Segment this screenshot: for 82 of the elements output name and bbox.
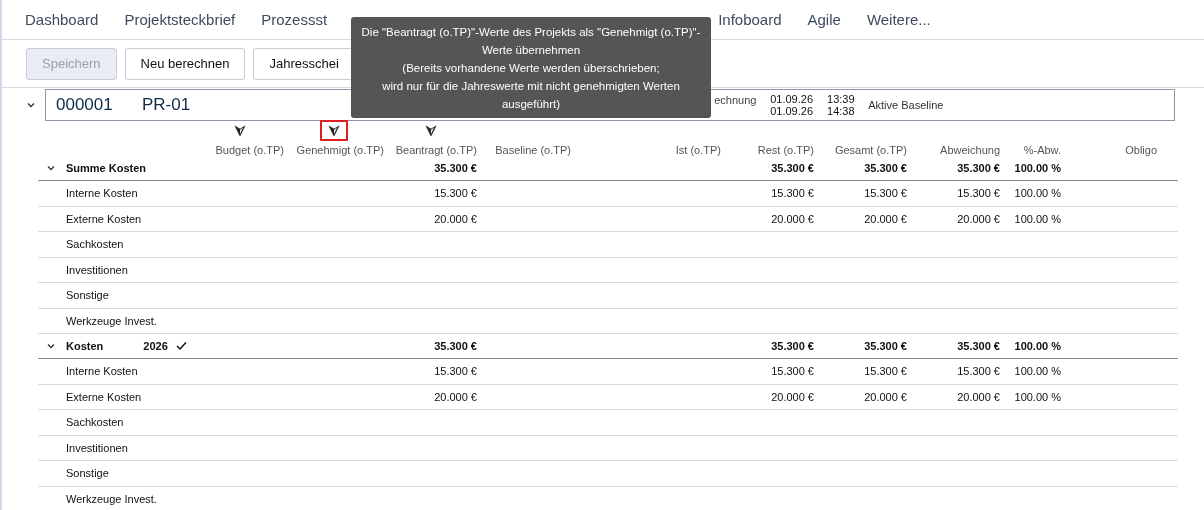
nav-tab[interactable]: Prozessst xyxy=(261,11,328,28)
column-header: Gesamt (o.TP) xyxy=(833,144,907,156)
chevron-icon[interactable] xyxy=(26,100,36,110)
table-cell: 20.000 € xyxy=(771,212,814,225)
column-header: Baseline (o.TP) xyxy=(494,144,571,156)
nav-tab[interactable]: Infoboard xyxy=(718,11,782,28)
table-cell: 100.00 % xyxy=(1014,187,1061,200)
table-cell: 15.300 € xyxy=(771,187,814,200)
table-cell: 35.300 € xyxy=(434,340,477,352)
date-text: 01.09.26 xyxy=(770,93,813,105)
tooltip-text: wird nur für die Jahreswerte mit nicht genehmigten Werten xyxy=(382,78,680,94)
column-header: Genehmigt (o.TP) xyxy=(295,144,384,156)
table-cell: 20.000 € xyxy=(771,390,814,403)
baseline-label: Aktive Baseline xyxy=(868,99,944,111)
group-label: Summe Kosten xyxy=(66,162,147,174)
column-header: Beantragt (o.TP) xyxy=(394,144,477,156)
row-label: Externe Kosten xyxy=(66,212,143,225)
row-label: Sachkosten xyxy=(66,416,125,429)
table-cell: 35.300 € xyxy=(771,162,814,174)
tooltip-text: ausgeführt) xyxy=(501,96,561,112)
row-label: Werkzeuge Invest. xyxy=(66,314,158,327)
column-header: Budget (o.TP) xyxy=(214,144,284,156)
column-header: %-Abw. xyxy=(1022,144,1061,156)
project-code: PR-01 xyxy=(142,95,191,115)
arrow-icon[interactable] xyxy=(234,125,246,137)
table-cell: 15.300 € xyxy=(864,365,907,378)
column-header: Ist (o.TP) xyxy=(674,144,721,156)
column-header: Rest (o.TP) xyxy=(756,144,814,156)
table-cell: 35.300 € xyxy=(434,162,477,174)
time-text: 14:38 xyxy=(827,105,855,117)
row-label: Werkzeuge Invest. xyxy=(66,492,158,505)
table-cell: 35.300 € xyxy=(771,340,814,352)
row-label: Investitionen xyxy=(66,441,129,454)
table-cell: 15.300 € xyxy=(864,187,907,200)
chevron-icon[interactable] xyxy=(46,341,56,351)
table-cell: 20.000 € xyxy=(957,212,1000,225)
nav-tab[interactable]: Agile xyxy=(807,11,841,28)
header-label: echnung xyxy=(714,94,758,106)
highlight-frame xyxy=(320,120,348,141)
table-cell: 100.00 % xyxy=(1014,340,1061,352)
year-label: 2026 xyxy=(143,340,168,352)
table-cell: 35.300 € xyxy=(957,162,1000,174)
time-text: 13:39 xyxy=(827,93,855,105)
project-number: 000001 xyxy=(56,95,114,115)
toolbar-button[interactable]: Neu berechnen xyxy=(124,47,246,80)
tooltip-text: Werte übernehmen xyxy=(481,42,581,58)
nav-tab[interactable]: Dashboard xyxy=(25,11,99,28)
table-cell: 15.300 € xyxy=(957,187,1000,200)
table-cell: 20.000 € xyxy=(434,390,477,403)
table-cell: 20.000 € xyxy=(957,390,1000,403)
column-header: Abweichung xyxy=(939,144,1000,156)
tooltip-text: Die "Beantragt (o.TP)"-Werte des Projekts als "Genehmigt (o.TP)"- xyxy=(361,24,701,40)
table-cell: 20.000 € xyxy=(434,212,477,225)
date-text: 01.09.26 xyxy=(770,105,813,117)
table-cell: 100.00 % xyxy=(1014,365,1061,378)
table-cell: 100.00 % xyxy=(1014,162,1061,174)
column-header: Obligo xyxy=(1124,144,1157,156)
nav-tab[interactable]: Projektsteckbrief xyxy=(124,11,236,28)
table-cell: 15.300 € xyxy=(771,365,814,378)
row-label: Sonstige xyxy=(66,467,110,480)
row-label: Sonstige xyxy=(66,289,110,302)
table-cell: 100.00 % xyxy=(1014,212,1061,225)
arrow-icon[interactable] xyxy=(424,125,437,137)
arrow-icon[interactable] xyxy=(328,125,340,137)
row-label: Interne Kosten xyxy=(66,187,139,200)
table-cell: 100.00 % xyxy=(1014,390,1061,403)
row-label: Sachkosten xyxy=(66,238,125,251)
table-cell: 15.300 € xyxy=(434,187,477,200)
row-label: Investitionen xyxy=(66,263,129,276)
table-cell: 35.300 € xyxy=(864,162,907,174)
table-cell: 20.000 € xyxy=(864,390,907,403)
table-cell: 15.300 € xyxy=(957,365,1000,378)
table-cell: 35.300 € xyxy=(864,340,907,352)
chevron-icon[interactable] xyxy=(46,163,56,173)
tooltip-text: (Bereits vorhandene Werte werden überschrieben; xyxy=(402,60,660,76)
row-label: Interne Kosten xyxy=(66,365,139,378)
group-label: Kosten xyxy=(66,340,104,352)
nav-tab[interactable]: Weitere... xyxy=(866,11,931,28)
table-cell: 35.300 € xyxy=(957,340,1000,352)
row-label: Externe Kosten xyxy=(66,390,143,403)
table-cell: 15.300 € xyxy=(434,365,477,378)
table-cell: 20.000 € xyxy=(864,212,907,225)
